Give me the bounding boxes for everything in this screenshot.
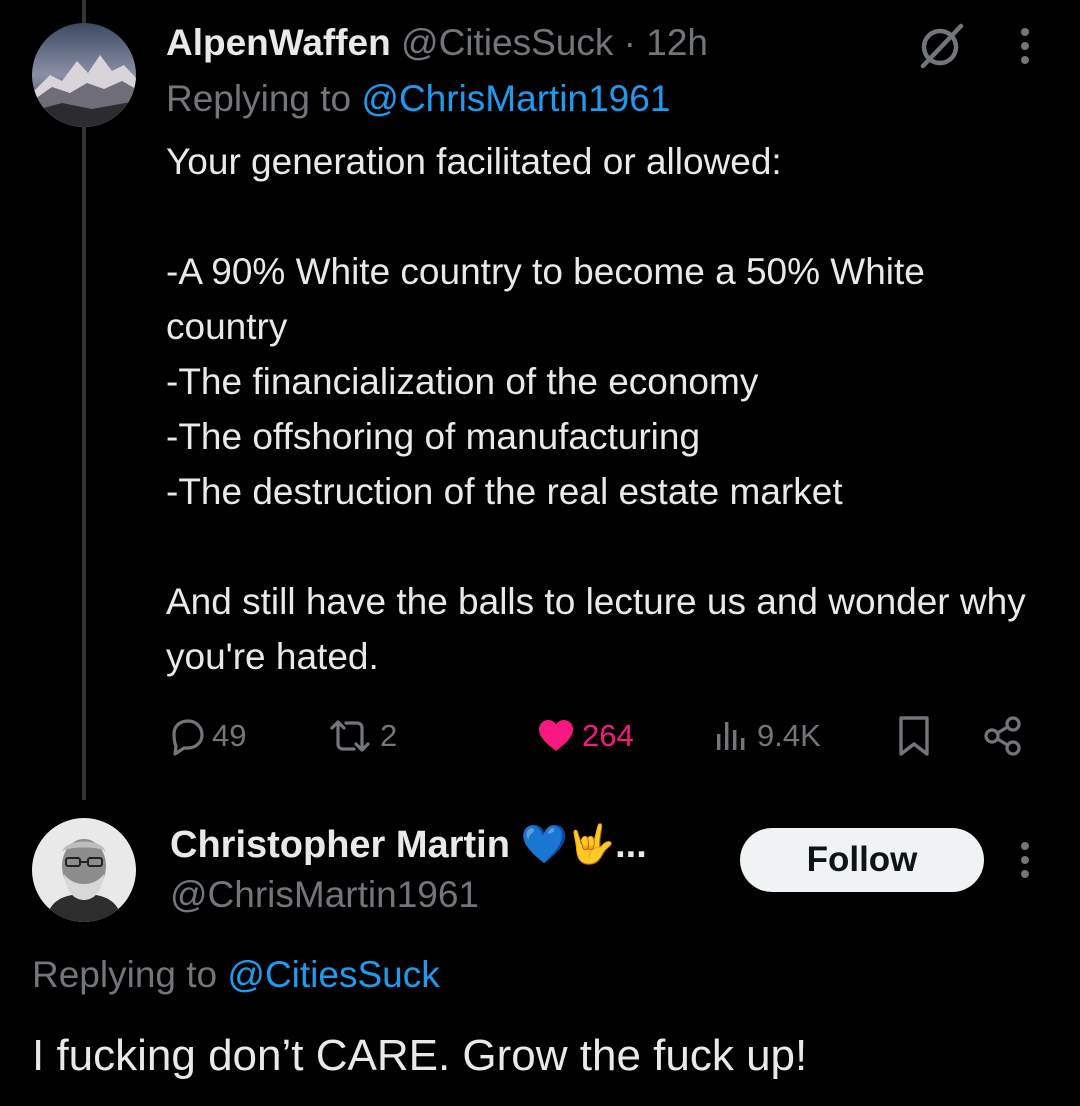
bookmark-button[interactable] [894,708,934,764]
tweet-paragraph: -A 90% White country to become a 50% Whi… [166,251,925,512]
reply-count: 49 [212,718,247,753]
like-button[interactable]: 264 [536,708,634,764]
tweet-paragraph: Your generation facilitated or allowed: [166,141,782,182]
separator-dot: · [623,22,636,63]
reply-button[interactable]: 49 [166,708,246,764]
display-name[interactable]: AlpenWaffen [166,22,391,63]
name-truncation: ... [615,824,647,866]
tweet-paragraph-spacer [166,189,1026,244]
share-button[interactable] [981,708,1025,764]
repost-icon [330,720,370,752]
tweet-action-bar: 49 2 264 9.4K [166,708,1036,764]
profile-photo-image [32,818,136,922]
like-count: 264 [582,718,634,753]
display-name[interactable]: Christopher Martin [170,824,510,866]
replying-to-line: Replying to @ChrisMartin1961 [166,74,670,124]
replying-to-mention[interactable]: @CitiesSuck [227,954,439,995]
replying-to-label: Replying to [166,78,352,119]
tweet-header: Christopher Martin 💙🤟... [170,818,647,872]
replying-to-mention[interactable]: @ChrisMartin1961 [361,78,670,119]
user-handle[interactable]: @CitiesSuck [401,22,613,63]
view-count: 9.4K [757,718,821,753]
replying-to-label: Replying to [32,954,218,995]
user-handle[interactable]: @ChrisMartin1961 [170,870,479,920]
repost-count: 2 [380,718,398,753]
follow-button[interactable]: Follow [740,828,984,892]
tweet-header: AlpenWaffen @CitiesSuck · 12h [166,18,708,68]
mountain-avatar-image [32,23,136,127]
grok-icon[interactable] [915,20,967,72]
tweet-paragraph: And still have the balls to lecture us a… [166,581,1036,677]
analytics-icon [717,722,745,750]
tweet-text: Your generation facilitated or allowed: … [166,134,1026,684]
tweet-paragraph-spacer [166,519,1026,574]
views-button[interactable]: 9.4K [711,708,821,764]
repost-button[interactable]: 2 [326,708,397,764]
name-emojis: 💙🤟 [520,824,616,866]
reply-icon [172,719,204,756]
more-options-icon[interactable] [1015,838,1035,882]
avatar[interactable] [32,818,136,922]
user-handle-text: @ChrisMartin1961 [170,874,480,915]
tweet-timestamp[interactable]: 12h [646,22,708,63]
avatar[interactable] [32,23,136,127]
replying-to-line: Replying to @CitiesSuck [32,950,440,1000]
bookmark-icon [899,716,929,756]
tweet-text: I fucking don’t CARE. Grow the fuck up! [32,1031,808,1080]
more-options-icon[interactable] [1015,24,1035,68]
share-icon [984,716,1021,756]
heart-filled-icon [539,720,573,751]
